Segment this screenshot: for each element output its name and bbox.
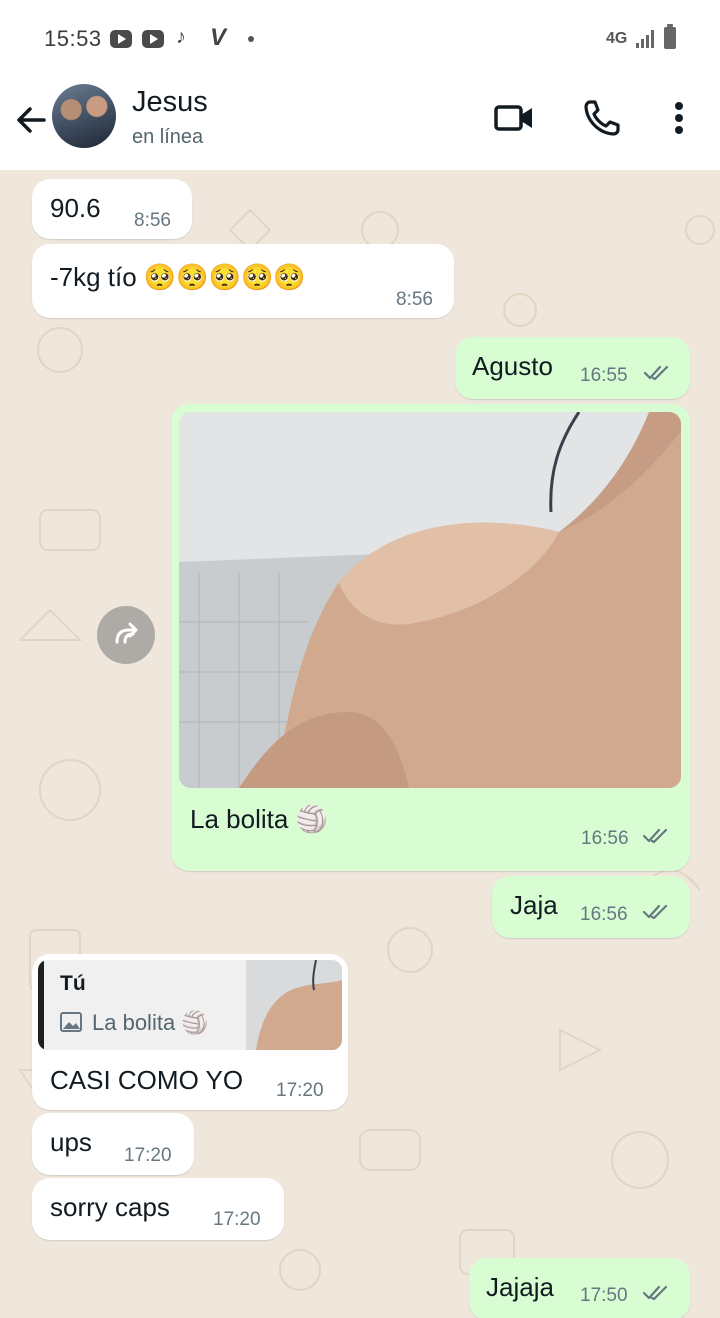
message-bubble-incoming[interactable]: -7kg tío 🥺🥺🥺🥺🥺 8:56 — [32, 244, 454, 318]
chat-header: Jesus en línea — [0, 78, 720, 170]
status-time: 15:53 — [44, 26, 102, 51]
quote-author: Tú — [60, 972, 86, 995]
network-type: 4G — [606, 30, 628, 47]
image-caption: La bolita 🏐 — [190, 804, 328, 834]
message-time: 16:56 — [580, 904, 628, 925]
forward-icon — [115, 622, 138, 644]
quote-text: La bolita 🏐 — [92, 1010, 209, 1035]
video-call-icon[interactable] — [492, 96, 536, 140]
contact-name[interactable]: Jesus — [132, 86, 208, 119]
read-receipt-icon — [642, 1285, 668, 1301]
message-time: 17:20 — [213, 1209, 261, 1230]
message-time: 17:20 — [124, 1145, 172, 1166]
message-bubble-outgoing[interactable]: Jajaja 17:50 — [469, 1258, 690, 1318]
signal-icon — [636, 28, 656, 48]
message-time: 8:56 — [396, 289, 433, 310]
phone-call-icon[interactable] — [580, 96, 624, 140]
avatar[interactable] — [52, 84, 116, 148]
message-bubble-outgoing[interactable]: Jaja 16:56 — [492, 876, 690, 938]
forward-button[interactable] — [97, 606, 155, 664]
message-bubble-incoming[interactable]: ups 17:20 — [32, 1113, 194, 1175]
message-text: Jajaja — [486, 1272, 554, 1302]
message-text: CASI COMO YO — [50, 1065, 244, 1095]
quote-accent-bar — [38, 960, 44, 1050]
read-receipt-icon — [643, 365, 669, 381]
battery-icon — [664, 24, 676, 49]
message-time: 16:55 — [580, 365, 628, 386]
status-bar: 15:53 ♪ V 4G — [0, 0, 720, 78]
notification-dot-icon — [248, 36, 254, 42]
message-text: Jaja — [510, 890, 558, 920]
message-time: 17:50 — [580, 1285, 628, 1306]
read-receipt-icon — [642, 904, 668, 920]
more-options-icon[interactable] — [657, 96, 701, 140]
message-text: -7kg tío 🥺🥺🥺🥺🥺 — [50, 262, 306, 292]
message-time: 17:20 — [276, 1080, 324, 1101]
image-icon — [60, 1012, 82, 1032]
contact-status: en línea — [132, 126, 204, 148]
message-bubble-incoming[interactable]: sorry caps 17:20 — [32, 1178, 284, 1240]
message-photo[interactable] — [179, 412, 681, 788]
youtube-icon — [110, 30, 132, 48]
message-bubble-outgoing[interactable]: Agusto 16:55 — [455, 337, 690, 399]
youtube-icon — [142, 30, 164, 48]
quote-thumbnail — [246, 960, 342, 1050]
back-arrow-icon[interactable] — [12, 100, 52, 140]
quoted-message[interactable]: Tú La bolita 🏐 — [38, 960, 342, 1050]
message-bubble-incoming[interactable]: 90.6 8:56 — [32, 179, 192, 239]
read-receipt-icon — [642, 828, 668, 844]
message-text: ups — [50, 1127, 92, 1157]
message-text: sorry caps — [50, 1192, 170, 1222]
message-time: 16:56 — [581, 828, 629, 849]
message-bubble-incoming-reply[interactable]: Tú La bolita 🏐 CASI COMO YO 17:20 — [32, 954, 348, 1110]
message-text: Agusto — [472, 351, 553, 381]
message-bubble-outgoing-image[interactable]: La bolita 🏐 16:56 — [171, 404, 690, 871]
message-text: 90.6 — [50, 193, 101, 223]
tiktok-icon: ♪ — [176, 26, 186, 48]
chat-area[interactable]: 90.6 8:56 -7kg tío 🥺🥺🥺🥺🥺 8:56 Agusto 16:… — [0, 170, 720, 1318]
v-app-icon: V — [210, 24, 227, 51]
message-time: 8:56 — [134, 210, 171, 231]
